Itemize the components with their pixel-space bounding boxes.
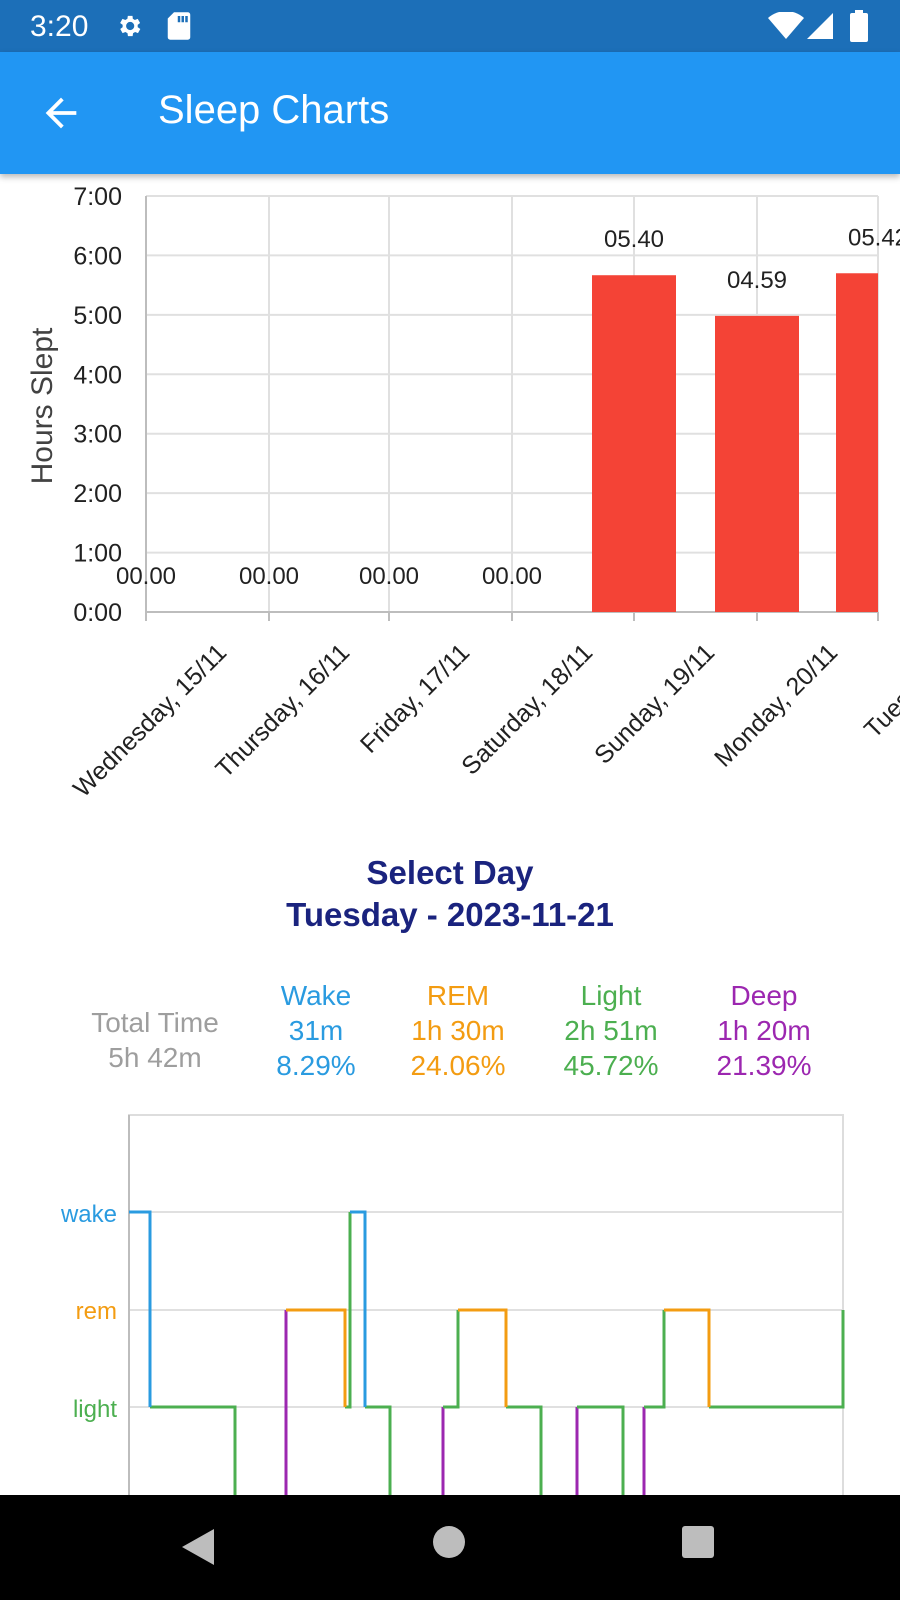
status-bar: 3:20 xyxy=(0,0,900,52)
gear-icon xyxy=(120,15,141,37)
y-tick-label: 7:00 xyxy=(73,183,122,211)
sd-card-icon xyxy=(167,12,191,40)
light-segment xyxy=(150,1405,237,1500)
selected-date: Tuesday - 2023-11-21 xyxy=(286,896,614,933)
light-segment xyxy=(644,1310,666,1409)
y-tick-label: 0:00 xyxy=(73,599,122,627)
y-tick-label: 4:00 xyxy=(73,361,122,389)
home-circle-icon[interactable] xyxy=(432,1525,466,1559)
x-category-label: Monday, 20/11 xyxy=(709,638,843,772)
light-segment xyxy=(506,1405,543,1500)
signal-icon xyxy=(807,13,833,39)
y-tick-label: 2:00 xyxy=(73,480,122,508)
light-segment xyxy=(365,1405,392,1500)
label-rem: rem xyxy=(76,1298,117,1325)
back-triangle-icon[interactable] xyxy=(178,1525,218,1569)
x-category-label: Sunday, 19/11 xyxy=(589,638,720,769)
bar-value-label: 00.00 xyxy=(359,563,419,590)
deep-stat: Deep 1h 20m 21.39% xyxy=(674,978,854,1083)
x-category-label: Thursday, 16/11 xyxy=(210,638,355,783)
label-light: light xyxy=(73,1396,117,1423)
total-time-stat: Total Time 5h 42m xyxy=(65,1005,245,1075)
bar-value-label: 05.40 xyxy=(604,226,664,253)
x-category-label: Saturday, 18/11 xyxy=(456,638,598,780)
status-time: 3:20 xyxy=(30,10,89,43)
x-category-label: Wednesday, 15/11 xyxy=(68,638,232,802)
app-bar: Sleep Charts xyxy=(0,52,900,174)
deep-duration: 1h 20m xyxy=(717,1015,811,1046)
rem-segment xyxy=(286,1308,347,1407)
select-day-button[interactable]: Select Day Tuesday - 2023-11-21 xyxy=(0,852,900,936)
y-tick-label: 3:00 xyxy=(73,421,122,449)
bar xyxy=(592,275,676,612)
deep-label: Deep xyxy=(730,980,798,1011)
page-title: Sleep Charts xyxy=(158,88,390,132)
rem-segment xyxy=(664,1308,711,1407)
bar xyxy=(715,315,799,612)
wifi-icon xyxy=(768,12,804,39)
recents-square-icon[interactable] xyxy=(681,1525,715,1559)
sleep-summary: Total Time 5h 42m Wake 31m 8.29% REM 1h … xyxy=(0,980,900,1095)
light-segment xyxy=(443,1310,460,1409)
y-tick-label: 6:00 xyxy=(73,242,122,270)
select-day-heading: Select Day xyxy=(366,854,534,891)
bar-value-label: 00.00 xyxy=(239,563,299,590)
label-wake: wake xyxy=(60,1201,117,1228)
total-time-label: Total Time xyxy=(91,1007,219,1038)
y-tick-label: 1:00 xyxy=(73,540,122,568)
light-segment xyxy=(577,1405,625,1500)
x-category-label: Tuesday, 2 xyxy=(859,638,900,743)
deep-percent: 21.39% xyxy=(716,1050,812,1081)
bar-value-label: 00.00 xyxy=(116,563,176,590)
rem-segment xyxy=(458,1308,508,1407)
x-category-label: Friday, 17/11 xyxy=(355,638,475,758)
bar-value-label: 04.59 xyxy=(727,267,787,294)
y-axis-label: Hours Slept xyxy=(26,327,59,484)
bar xyxy=(836,273,878,612)
sleep-bar-chart: 7:00 6:00 5:00 4:00 3:00 2:00 1:00 0:00 Hours Sl… xyxy=(26,183,900,803)
battery-icon xyxy=(850,10,868,42)
y-tick-label: 5:00 xyxy=(73,302,122,330)
bar-value-label: 00.00 xyxy=(482,563,542,590)
navigation-bar xyxy=(0,1495,900,1600)
sleep-stage-chart: wake rem light xyxy=(60,1114,845,1500)
arrow-back-icon[interactable] xyxy=(38,90,84,136)
bar-value-label: 05.42 xyxy=(848,224,900,251)
total-time-value: 5h 42m xyxy=(108,1042,202,1073)
light-segment xyxy=(709,1310,845,1409)
